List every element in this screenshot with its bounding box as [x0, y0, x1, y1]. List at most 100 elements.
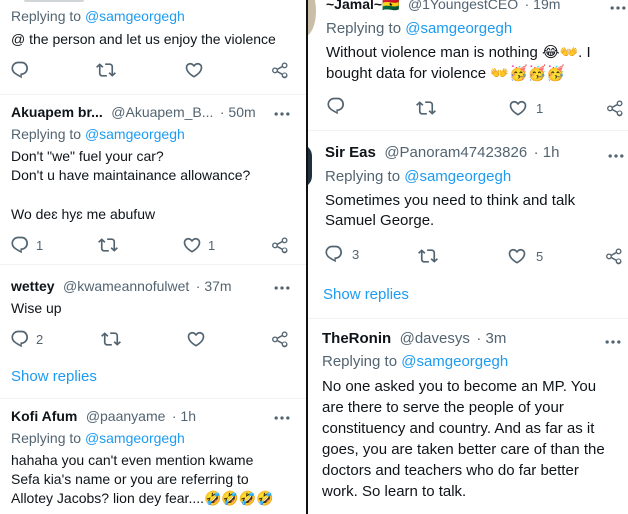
tweet-text-line: No one asked you to become an MP. You: [322, 378, 597, 395]
reply-icon[interactable]: [324, 244, 344, 264]
reply-to-handle-link[interactable]: @samgeorgegh: [405, 20, 512, 37]
author-handle[interactable]: @Panoram47423826: [384, 144, 527, 161]
tweet-header: TheRonin @davesys · 3m: [322, 330, 506, 348]
tweet-partial-top-left[interactable]: Replying to @samgeorgegh @ the person an…: [0, 0, 306, 94]
replying-to: Replying to @samgeorgegh: [322, 353, 508, 370]
tweet-theronin[interactable]: TheRonin @davesys · 3m Replying to @samg…: [308, 318, 628, 514]
retweet-icon[interactable]: [98, 235, 118, 255]
retweet-icon[interactable]: [416, 98, 436, 118]
share-icon[interactable]: [605, 98, 625, 118]
replying-to-label: Replying to: [11, 126, 85, 142]
tweet-kofi-afum[interactable]: Kofi Afum @paanyame · 1h Replying to @sa…: [0, 398, 306, 514]
tweet-text-line: Without violence man is nothing 😂👐. I: [326, 44, 591, 61]
author-name[interactable]: Kofi Afum: [11, 408, 77, 424]
reply-count: 3: [352, 247, 360, 262]
right-tweet-column: ~Jamal~🇬🇭 @1YoungestCEO · 19m Replying t…: [308, 0, 628, 514]
more-options-icon[interactable]: [606, 148, 626, 164]
more-options-icon[interactable]: [603, 334, 623, 350]
reply-icon[interactable]: [10, 235, 30, 255]
author-handle[interactable]: @paanyame: [86, 408, 166, 424]
replying-to: Replying to @samgeorgegh: [11, 126, 185, 142]
author-name[interactable]: TheRonin: [322, 330, 391, 347]
like-count: 1: [208, 238, 216, 253]
tweet-header: Sir Eas @Panoram47423826 · 1h: [325, 144, 559, 162]
like-icon[interactable]: [507, 246, 527, 266]
share-icon[interactable]: [270, 235, 290, 255]
reply-to-handle-link[interactable]: @samgeorgegh: [401, 353, 508, 370]
share-icon[interactable]: [604, 246, 624, 266]
author-name[interactable]: Akuapem br...: [11, 104, 103, 120]
tweet-time[interactable]: · 1h: [534, 144, 560, 161]
tweet-text: Wise up: [11, 300, 62, 316]
tweet-text-line: goes, you are taken better care of than …: [322, 441, 605, 458]
tweet-time[interactable]: · 37m: [196, 278, 232, 294]
reply-icon[interactable]: [326, 96, 346, 116]
tweet-text-line: Samuel George.: [325, 212, 435, 229]
replying-to: Replying to @samgeorgegh: [11, 8, 185, 24]
replying-to-label: Replying to: [325, 168, 405, 185]
reply-to-handle-link[interactable]: @samgeorgegh: [85, 430, 185, 446]
reply-count: 1: [36, 238, 44, 253]
more-options-icon[interactable]: [272, 106, 292, 122]
tweet-text-line: work. So learn to talk.: [322, 483, 467, 500]
tweet-text-line: Wo deɛ hyɛ me abufuw: [11, 206, 156, 222]
show-replies-link[interactable]: Show replies: [11, 368, 97, 385]
tweet-wettey[interactable]: wettey @kwameannofulwet · 37m Wise up 2 …: [0, 264, 306, 398]
reply-to-handle-link[interactable]: @samgeorgegh: [85, 8, 185, 24]
retweet-icon[interactable]: [96, 60, 116, 80]
tweet-text-line: Don't "we" fuel your car?: [11, 148, 164, 164]
reply-icon[interactable]: [10, 60, 30, 80]
author-name[interactable]: Sir Eas: [325, 144, 376, 161]
retweet-icon[interactable]: [101, 329, 121, 349]
retweet-icon[interactable]: [418, 246, 438, 266]
tweet-text: @ the person and let us enjoy the violen…: [11, 31, 276, 47]
tweet-text-line: are there to serve the people of your: [322, 399, 564, 416]
reply-to-handle-link[interactable]: @samgeorgegh: [85, 126, 185, 142]
like-icon[interactable]: [182, 235, 202, 255]
author-handle[interactable]: @Akuapem_B...: [111, 104, 213, 120]
tweet-time[interactable]: · 1h: [172, 408, 196, 424]
tweet-akuapem[interactable]: Akuapem br... @Akuapem_B... · 50m Replyi…: [0, 94, 306, 264]
share-icon[interactable]: [270, 329, 290, 349]
cropped-name-fragment: [24, 0, 84, 2]
tweet-text-line: constituency and country. And as far as …: [322, 420, 595, 437]
tweet-header: Akuapem br... @Akuapem_B... · 50m: [11, 104, 256, 122]
author-handle[interactable]: @1YoungestCEO: [408, 0, 518, 12]
tweet-text-line: doctors and teachers who do far better: [322, 462, 579, 479]
more-options-icon[interactable]: [272, 280, 292, 296]
like-icon[interactable]: [186, 329, 206, 349]
like-icon[interactable]: [508, 98, 528, 118]
like-icon[interactable]: [184, 60, 204, 80]
left-tweet-column: Replying to @samgeorgegh @ the person an…: [0, 0, 306, 514]
tweet-time[interactable]: · 19m: [525, 0, 561, 12]
tweet-text-line: Sefa kia's name or you are referring to: [11, 471, 249, 487]
share-icon[interactable]: [270, 60, 290, 80]
tweet-sir-eas[interactable]: Sir Eas @Panoram47423826 · 1h Replying t…: [308, 130, 628, 318]
more-options-icon[interactable]: [608, 0, 628, 16]
author-handle[interactable]: @kwameannofulwet: [63, 278, 189, 294]
show-replies-link[interactable]: Show replies: [323, 286, 409, 303]
replying-to-label: Replying to: [322, 353, 402, 370]
tweet-time[interactable]: · 3m: [476, 330, 506, 347]
tweet-header: Kofi Afum @paanyame · 1h: [11, 408, 196, 426]
tweet-text-line: Don't u have maintainance allowance?: [11, 167, 251, 183]
replying-to-label: Replying to: [326, 20, 406, 37]
tweet-jamal[interactable]: ~Jamal~🇬🇭 @1YoungestCEO · 19m Replying t…: [308, 0, 628, 128]
author-handle[interactable]: @davesys: [400, 330, 470, 347]
tweet-time[interactable]: · 50m: [220, 104, 256, 120]
avatar[interactable]: [308, 144, 312, 188]
tweet-text-line: Allotey Jacobs? lion dey fear....🤣🤣🤣🤣: [11, 490, 274, 506]
tweet-header: ~Jamal~🇬🇭 @1YoungestCEO · 19m: [326, 0, 560, 14]
replying-to: Replying to @samgeorgegh: [326, 20, 512, 37]
like-count: 5: [536, 249, 544, 264]
replying-to-label: Replying to: [11, 8, 85, 24]
author-name[interactable]: wettey: [11, 278, 55, 294]
replying-to: Replying to @samgeorgegh: [11, 430, 185, 446]
more-options-icon[interactable]: [272, 410, 292, 426]
reply-count: 2: [36, 332, 44, 347]
tweet-header: wettey @kwameannofulwet · 37m: [11, 278, 232, 296]
author-name[interactable]: ~Jamal~🇬🇭: [326, 0, 399, 12]
reply-to-handle-link[interactable]: @samgeorgegh: [404, 168, 511, 185]
replying-to: Replying to @samgeorgegh: [325, 168, 511, 185]
reply-icon[interactable]: [10, 329, 30, 349]
